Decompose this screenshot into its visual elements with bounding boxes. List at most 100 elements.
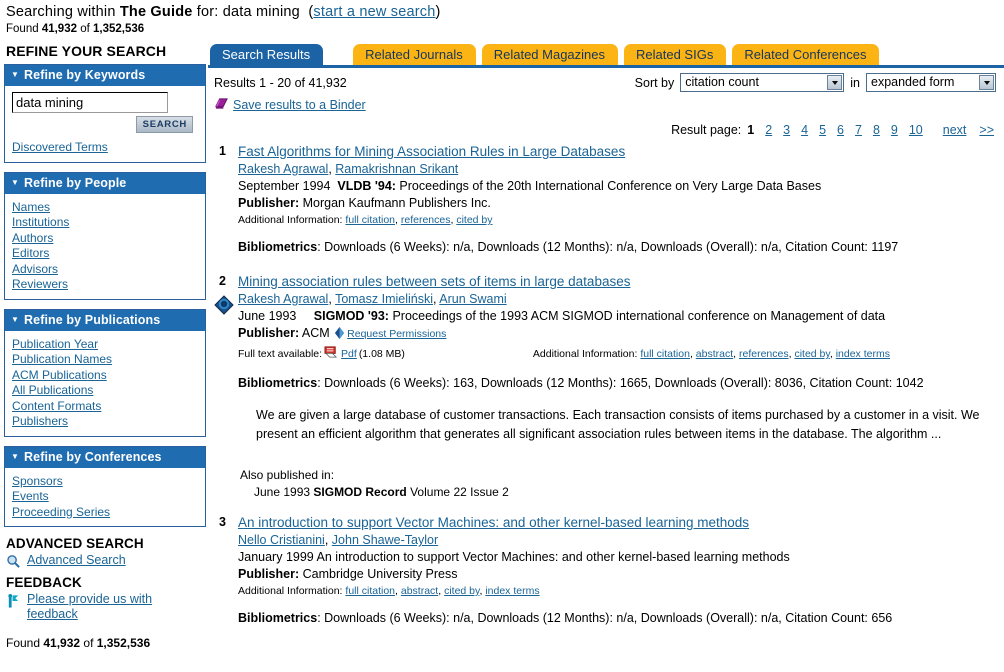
fulltext-label: Full text available: [238,348,323,360]
also-published-date: June 1993 [254,485,314,499]
page-link-7[interactable]: 7 [855,123,862,137]
page-next-link[interactable]: next [943,123,967,137]
additional-link-abstract[interactable]: abstract [696,348,733,360]
refine-sidebar: REFINE YOUR SEARCH ▼ Refine by Keywords … [0,35,206,650]
advanced-search-heading: ADVANCED SEARCH [6,536,144,551]
sidebar-link-reviewers[interactable]: Reviewers [12,277,68,293]
sidebar-link-names[interactable]: Names [12,200,50,216]
result-date: January 1999 [238,550,314,564]
result-venue: January 1999 An introduction to support … [238,549,998,566]
display-form-select[interactable]: expanded form [866,73,996,92]
page-link-8[interactable]: 8 [873,123,880,137]
refine-your-search-title: REFINE YOUR SEARCH [6,43,167,59]
author-link[interactable]: Rakesh Agrawal [238,292,328,306]
tab-search-results[interactable]: Search Results [210,44,324,65]
advanced-search-link[interactable]: Advanced Search [27,553,126,567]
result-item: 1 Fast Algorithms for Mining Association… [214,143,998,256]
sidebar-link-content-formats[interactable]: Content Formats [12,399,101,415]
author-link[interactable]: Nello Cristianini [238,533,325,547]
panel-header-people[interactable]: ▼ Refine by People [5,172,205,194]
result-title: Fast Algorithms for Mining Association R… [238,143,998,161]
request-permissions-link[interactable]: Request Permissions [347,328,446,340]
additional-link-full-citation[interactable]: full citation [345,214,395,226]
discovered-terms-link[interactable]: Discovered Terms [12,140,108,156]
page-link-4[interactable]: 4 [801,123,808,137]
page-link-9[interactable]: 9 [891,123,898,137]
sidebar-link-all-publications[interactable]: All Publications [12,383,93,399]
tab-related-journals[interactable]: Related Journals [353,44,476,65]
sidebar-link-editors[interactable]: Editors [12,246,49,262]
panel-refine-by-conferences: ▼ Refine by Conferences Sponsors Events … [4,445,206,527]
author-link[interactable]: Arun Swami [439,292,506,306]
searching-within-line: Searching within The Guide for: data min… [6,4,1004,20]
page-link-5[interactable]: 5 [819,123,826,137]
bibliometrics-label: Bibliometrics [238,611,318,625]
sidebar-link-publishers[interactable]: Publishers [12,414,68,430]
tab-related-magazines[interactable]: Related Magazines [481,44,619,65]
save-results-to-binder-link[interactable]: Save results to a Binder [233,98,366,112]
sidebar-link-institutions[interactable]: Institutions [12,215,69,231]
keyword-search-input[interactable] [12,92,168,113]
sidebar-link-advisors[interactable]: Advisors [12,262,58,278]
author-link[interactable]: Rakesh Agrawal [238,162,328,176]
sidebar-link-publication-year[interactable]: Publication Year [12,337,98,353]
sidebar-link-acm-publications[interactable]: ACM Publications [12,368,107,384]
result-publisher: Publisher: Morgan Kaufmann Publishers In… [238,195,998,212]
author-link[interactable]: Ramakrishnan Srikant [335,162,458,176]
chevron-down-icon[interactable] [979,75,994,90]
feedback-link[interactable]: Please provide us with feedback [27,592,152,621]
publisher-label: Publisher: [238,567,300,581]
page-last-link[interactable]: >> [979,123,994,137]
panel-header-conferences[interactable]: ▼ Refine by Conferences [5,446,205,468]
sidebar-link-events[interactable]: Events [12,489,49,505]
author-link[interactable]: John Shawe-Taylor [332,533,438,547]
tab-related-conferences[interactable]: Related Conferences [732,44,880,65]
sort-by-select[interactable]: citation count [680,73,845,92]
additional-link-references[interactable]: references [401,214,451,226]
page-current: 1 [747,123,755,137]
result-authors: Nello Cristianini, John Shawe-Taylor [238,532,998,549]
in-label: in [850,75,860,90]
panel-header-publications[interactable]: ▼ Refine by Publications [5,309,205,331]
tab-related-sigs[interactable]: Related SIGs [624,44,727,65]
bibliometrics-label: Bibliometrics [238,376,318,390]
author-link[interactable]: Tomasz Imieliński [335,292,433,306]
for-label: for: [192,4,223,20]
additional-link-index-terms[interactable]: index terms [485,585,539,597]
binder-icon [214,96,229,114]
additional-link-cited-by[interactable]: cited by [456,214,492,226]
page-link-6[interactable]: 6 [837,123,844,137]
sort-controls: Sort by citation count in expanded form [635,73,996,92]
pdf-link[interactable]: Pdf [341,347,357,362]
additional-link-references[interactable]: references [739,348,789,360]
additional-link-full-citation[interactable]: full citation [345,585,395,597]
sidebar-link-sponsors[interactable]: Sponsors [12,474,63,490]
page-link-10[interactable]: 10 [909,123,923,137]
search-status-bar: Searching within The Guide for: data min… [0,0,1004,35]
result-title-link[interactable]: Mining association rules between sets of… [238,274,630,289]
chevron-down-icon[interactable] [827,75,843,90]
page-link-3[interactable]: 3 [783,123,790,137]
sidebar-link-proceeding-series[interactable]: Proceeding Series [12,505,110,521]
result-venue: June 1993 SIGMOD '93: Proceedings of the… [238,308,998,325]
additional-link-cited-by[interactable]: cited by [794,348,829,360]
additional-link-abstract[interactable]: abstract [401,585,438,597]
result-number: 3 [219,515,226,529]
page-link-2[interactable]: 2 [765,123,772,137]
paren-close: ) [435,4,441,20]
result-date: June 1993 [238,309,297,323]
additional-link-cited-by[interactable]: cited by [444,585,479,597]
result-title-link[interactable]: An introduction to support Vector Machin… [238,515,749,530]
panel-header-keywords[interactable]: ▼ Refine by Keywords [5,65,205,86]
sidebar-link-authors[interactable]: Authors [12,231,53,247]
result-title-link[interactable]: Fast Algorithms for Mining Association R… [238,144,625,159]
additional-link-index-terms[interactable]: index terms [836,348,890,360]
additional-link-full-citation[interactable]: full citation [640,348,690,360]
result-item: 3 An introduction to support Vector Mach… [214,514,998,627]
bibliometrics-values: : Downloads (6 Weeks): n/a, Downloads (1… [317,240,899,254]
start-new-search-link[interactable]: start a new search [313,4,435,20]
result-venue: September 1994 VLDB '94: Proceedings of … [238,178,998,195]
panel-body-publications: Publication Year Publication Names ACM P… [5,331,205,436]
search-button[interactable]: SEARCH [135,116,193,133]
sidebar-link-publication-names[interactable]: Publication Names [12,352,112,368]
